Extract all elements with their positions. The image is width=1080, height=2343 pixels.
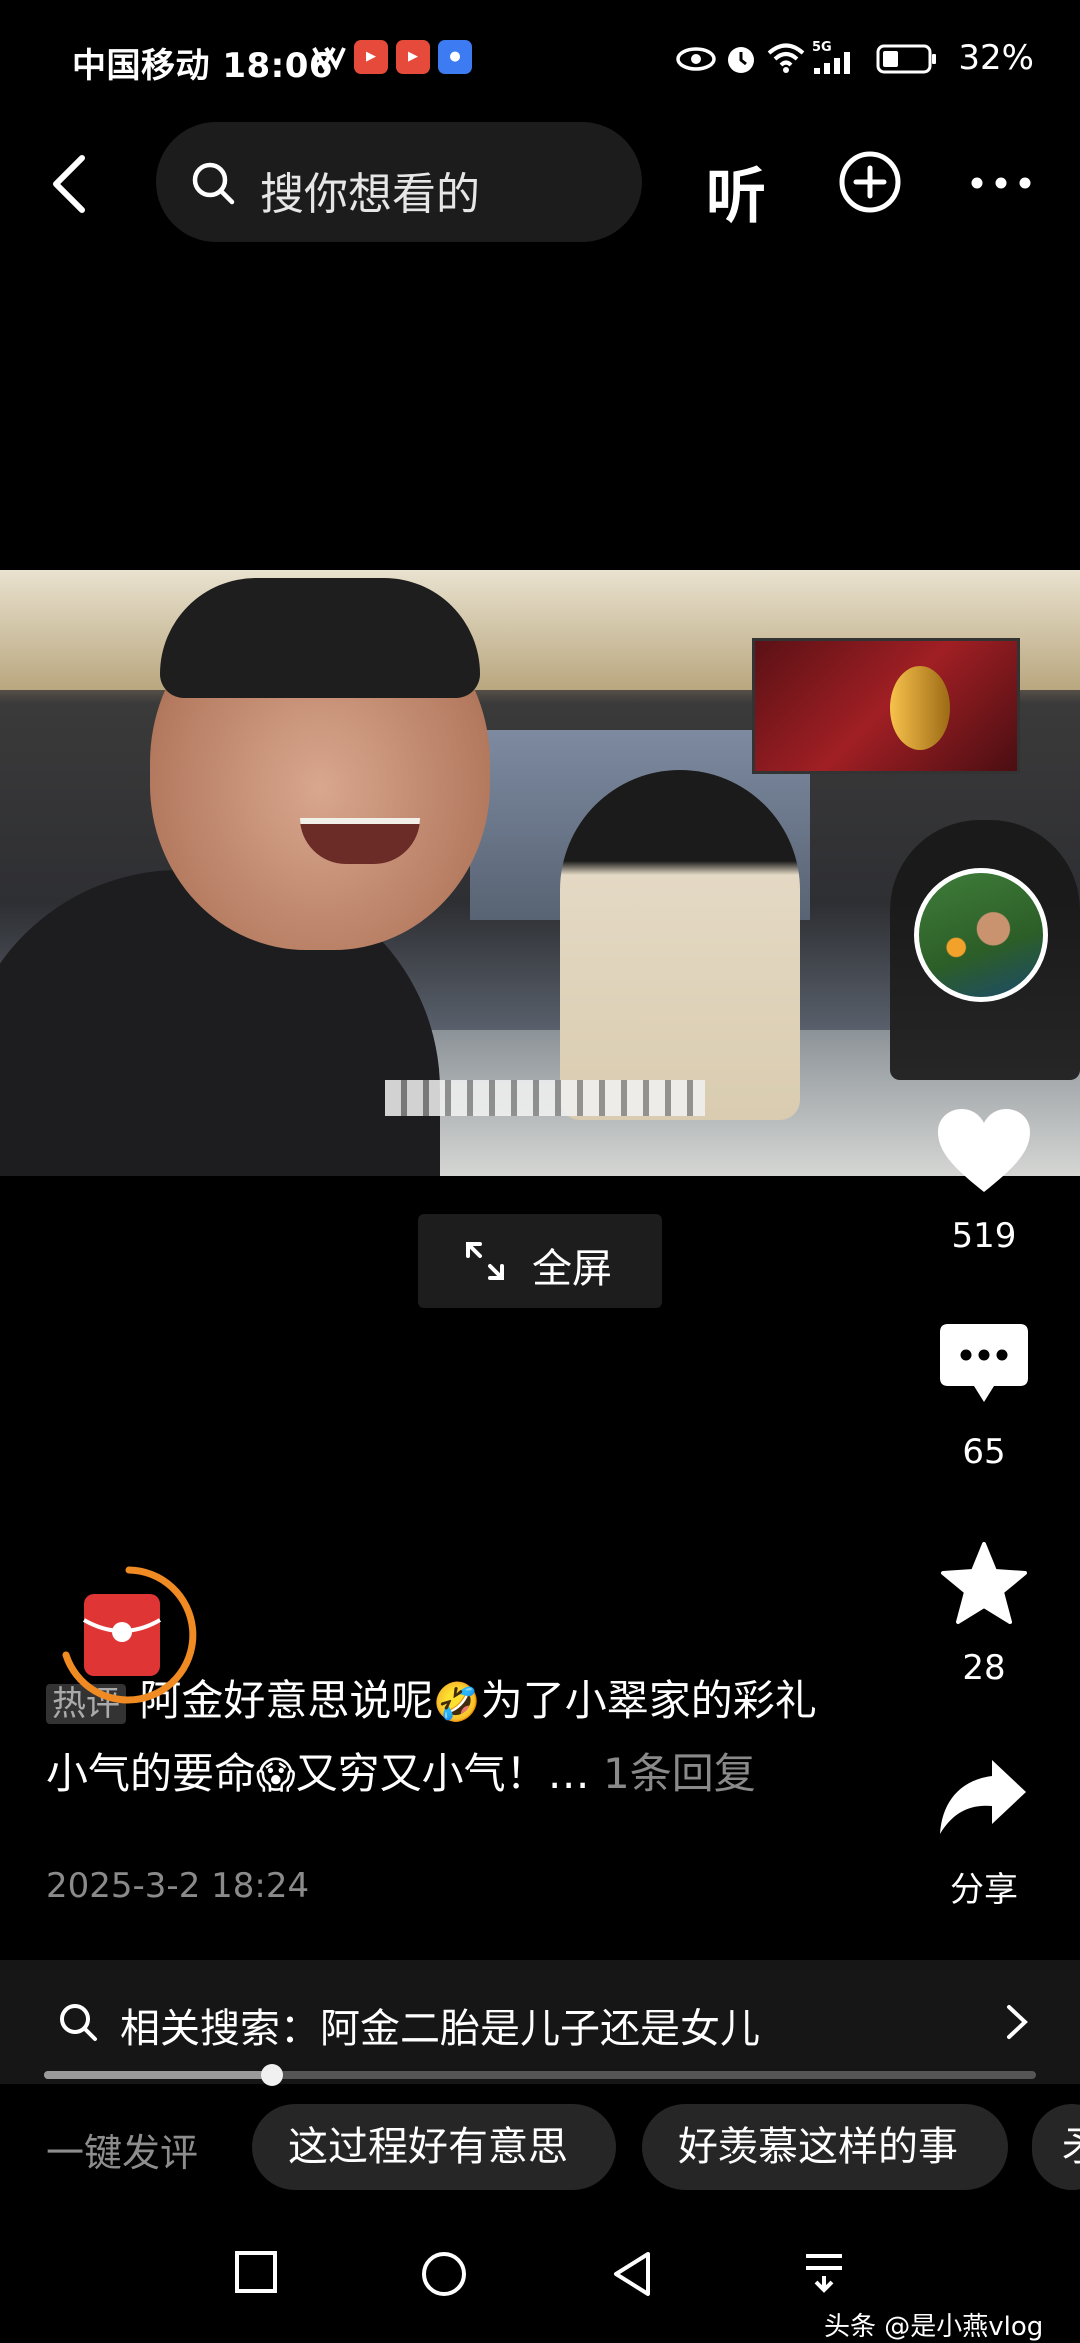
fullscreen-icon: [466, 1242, 504, 1280]
screaming-emoji: 😱: [256, 1753, 296, 1797]
related-search-bar[interactable]: 相关搜索：阿金二胎是儿子还是女儿: [0, 1960, 1080, 2084]
fullscreen-button[interactable]: 全屏: [418, 1214, 662, 1308]
comment-timestamp: 2025-3-2 18:24: [46, 1866, 310, 1906]
quick-comment-label: 一键发评: [46, 2131, 199, 2175]
playback-scrubber-handle[interactable]: [261, 2064, 284, 2086]
quick-comment-chip[interactable]: 好羡慕这样的事: [642, 2104, 1008, 2190]
like-icon[interactable]: [934, 1106, 1034, 1196]
comment-icon[interactable]: [938, 1322, 1030, 1406]
reply-count-link[interactable]: 1条回复: [603, 1749, 756, 1798]
alarm-icon: [728, 47, 754, 73]
quick-comment-chip[interactable]: 矛: [1032, 2104, 1080, 2190]
fullscreen-label: 全屏: [532, 1246, 612, 1292]
related-search-text: 相关搜索：阿金二胎是儿子还是女儿: [120, 2006, 760, 2052]
app-badge-icon: ●: [438, 40, 472, 74]
back-nav-icon[interactable]: [610, 2250, 654, 2298]
share-label: 分享: [950, 1870, 1018, 1910]
video-scene: [160, 578, 480, 698]
battery-icon: [876, 44, 936, 74]
playback-progress-fill: [44, 2071, 273, 2079]
favorite-star-icon[interactable]: [938, 1540, 1030, 1628]
search-input[interactable]: 搜你想看的: [156, 122, 642, 242]
comment-count: 65: [962, 1432, 1006, 1472]
search-icon: [192, 162, 235, 205]
notification-drawer-icon[interactable]: [802, 2250, 846, 2294]
video-player[interactable]: [0, 570, 1080, 1176]
app-badge-icon: ▶: [396, 40, 430, 74]
share-icon[interactable]: [936, 1756, 1030, 1836]
chevron-right-icon: [1007, 2005, 1028, 2039]
playback-progress-bar[interactable]: [44, 2064, 1036, 2086]
add-icon[interactable]: [838, 150, 902, 214]
video-scene: [890, 666, 950, 750]
video-scene: [560, 770, 800, 1120]
red-packet-icon[interactable]: [54, 1560, 204, 1710]
watermark: 头条 @是小燕vlog: [824, 2312, 1044, 2342]
like-count: 519: [951, 1216, 1017, 1256]
video-caption-blurred: [385, 1080, 705, 1116]
search-placeholder: 搜你想看的: [260, 169, 480, 220]
back-icon[interactable]: [44, 152, 96, 216]
laughing-crying-emoji: 🤣: [433, 1680, 481, 1724]
more-icon[interactable]: [970, 176, 1032, 190]
recent-apps-icon[interactable]: [234, 2250, 278, 2294]
eye-icon: [676, 47, 716, 71]
creator-avatar[interactable]: [914, 868, 1048, 1002]
wifi-icon: [767, 43, 805, 73]
video-scene: [752, 638, 1020, 774]
carrier-time: 中国移动 18:06: [72, 46, 334, 86]
home-icon[interactable]: [420, 2250, 468, 2298]
app-badge-icon: ▶: [354, 40, 388, 74]
search-icon: [60, 2004, 97, 2041]
favorite-count: 28: [962, 1648, 1006, 1688]
listen-button[interactable]: 听: [706, 148, 766, 235]
vibrate-icon: [312, 47, 346, 70]
battery-percent: 32%: [958, 38, 1034, 78]
status-bar: 中国移动 18:06 ▶ ▶ ● 5G 32%: [0, 0, 1080, 120]
quick-comment-chip[interactable]: 这过程好有意思: [252, 2104, 616, 2190]
signal-icon: [814, 52, 850, 74]
comment-text: 又穷又小气！…: [295, 1749, 590, 1798]
